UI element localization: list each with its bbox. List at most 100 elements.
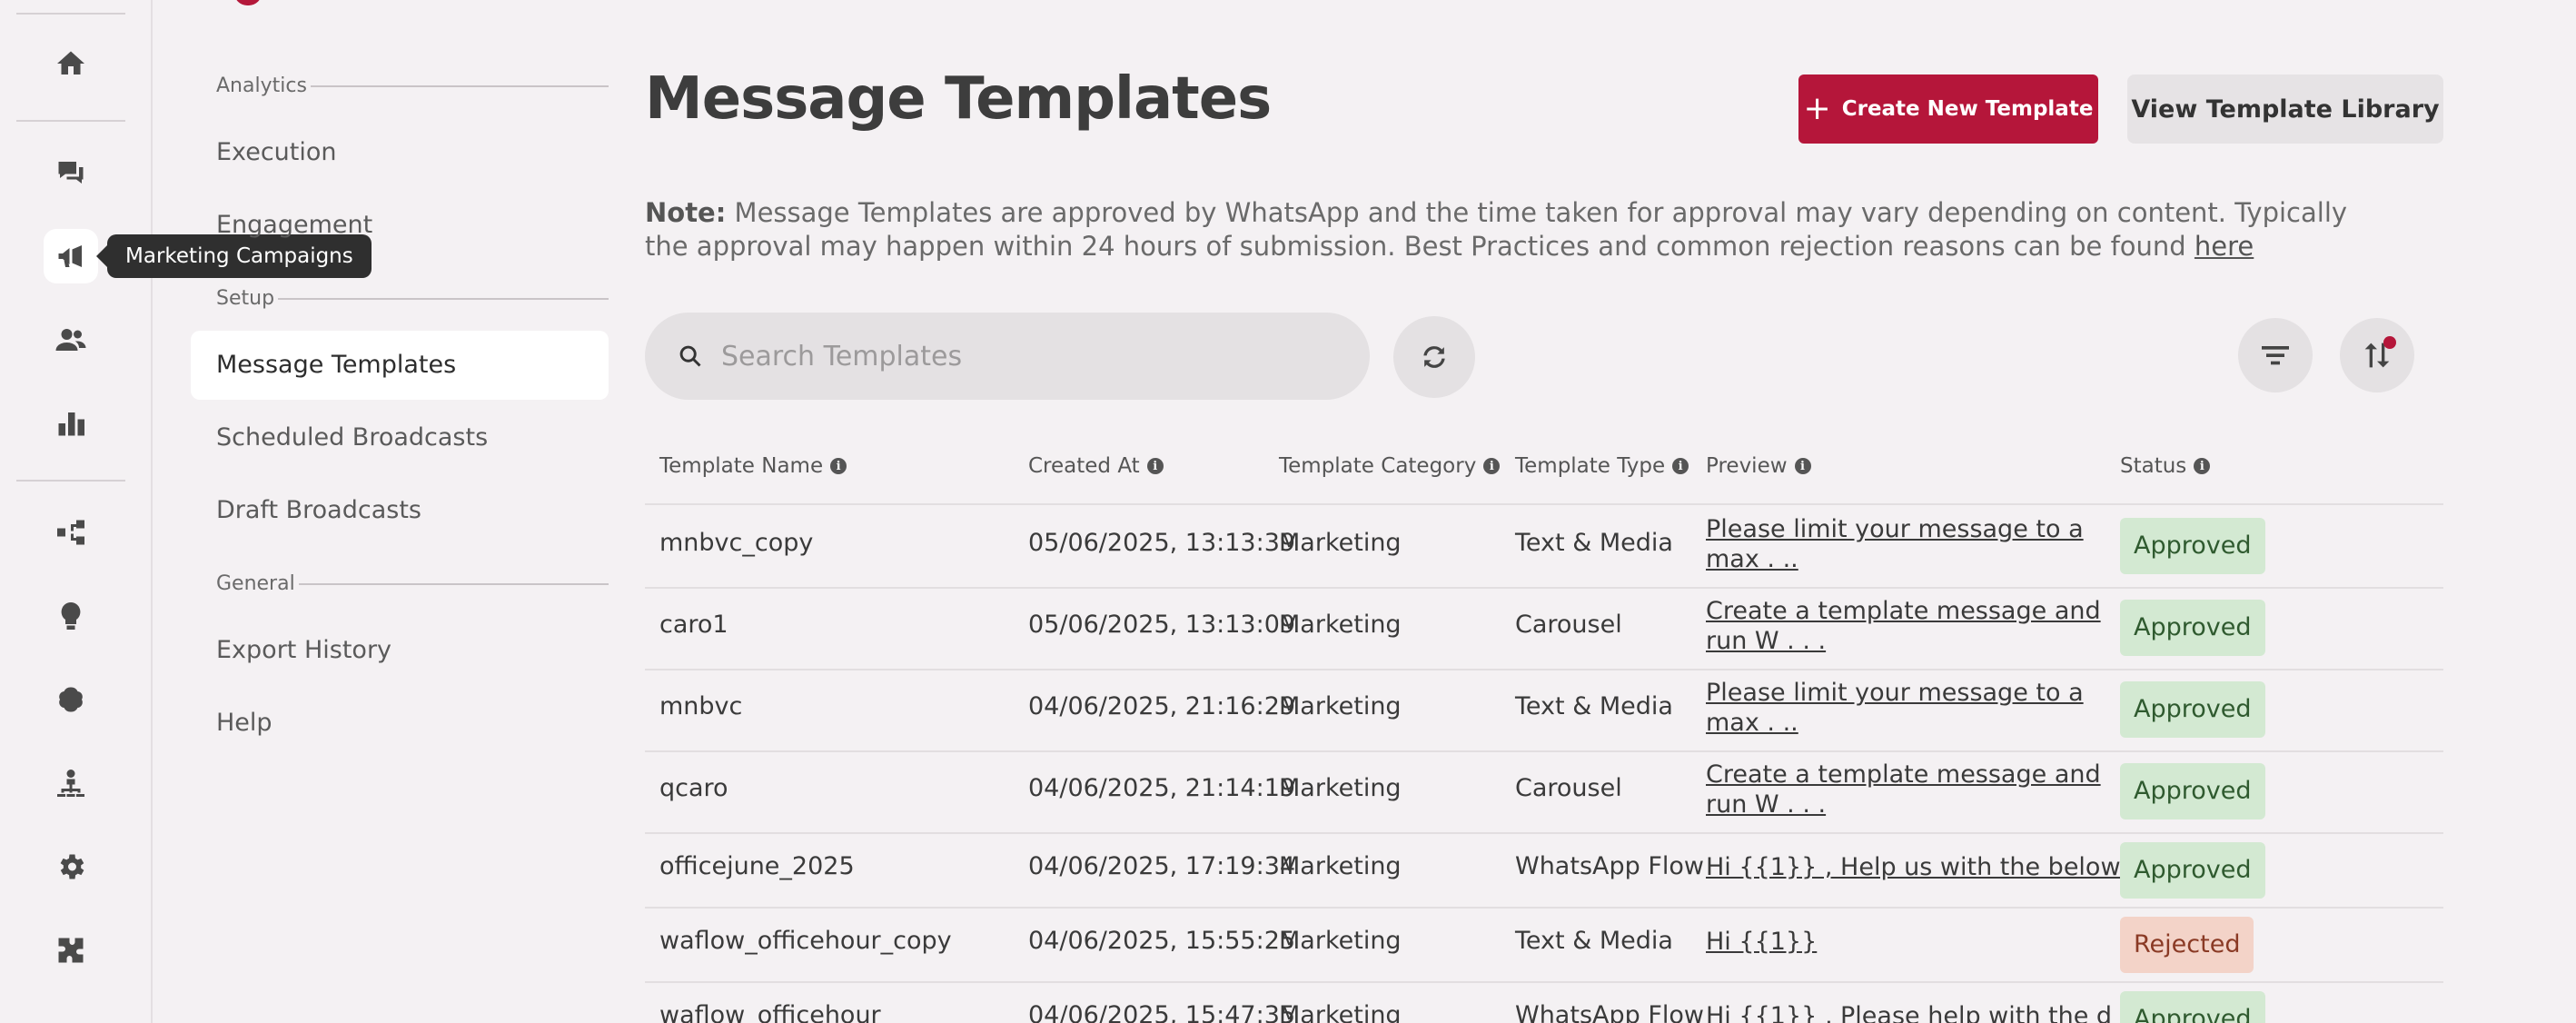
section-header-analytics: Analytics bbox=[216, 74, 609, 97]
preview-link[interactable]: Create a template message and run W . . … bbox=[1706, 760, 2105, 819]
cell-created-at: 04/06/2025, 17:19:34 bbox=[1028, 852, 1296, 880]
status-badge: Approved bbox=[2120, 842, 2265, 899]
status-badge: Approved bbox=[2120, 600, 2265, 656]
cell-type: Carousel bbox=[1515, 611, 1622, 639]
note-body: Message Templates are approved by WhatsA… bbox=[645, 197, 2348, 262]
cell-category: Marketing bbox=[1279, 852, 1402, 880]
header-template-type[interactable]: Template Type i bbox=[1515, 454, 1689, 478]
here-link[interactable]: here bbox=[2195, 231, 2254, 262]
plus-icon: + bbox=[1803, 90, 1831, 127]
icon-rail bbox=[0, 0, 153, 1023]
info-icon: i bbox=[2194, 458, 2211, 474]
preview-link[interactable]: Hi {{1}} bbox=[1706, 927, 2105, 957]
cell-created-at: 04/06/2025, 21:16:29 bbox=[1028, 692, 1296, 720]
nav-item-scheduled-broadcasts[interactable]: Scheduled Broadcasts bbox=[191, 403, 609, 472]
header-preview[interactable]: Preview i bbox=[1706, 454, 1811, 478]
nav-item-message-templates[interactable]: Message Templates bbox=[191, 331, 609, 400]
refresh-button[interactable] bbox=[1393, 316, 1475, 398]
header-template-name[interactable]: Template Name i bbox=[659, 454, 847, 478]
sort-button[interactable] bbox=[2340, 318, 2414, 392]
chat-icon[interactable] bbox=[44, 145, 98, 200]
filter-icon bbox=[2262, 346, 2289, 365]
info-icon: i bbox=[830, 458, 847, 474]
table-row[interactable]: waflow_officehour 04/06/2025, 15:47:35 M… bbox=[645, 983, 2443, 1023]
cell-type: Text & Media bbox=[1515, 927, 1673, 955]
info-icon: i bbox=[1483, 458, 1501, 474]
org-chart-icon[interactable] bbox=[44, 756, 98, 810]
header-template-category[interactable]: Template Category i bbox=[1279, 454, 1501, 478]
cell-category: Marketing bbox=[1279, 611, 1402, 639]
sort-active-indicator bbox=[2383, 336, 2396, 349]
bulb-icon[interactable] bbox=[44, 589, 98, 643]
status-badge: Approved bbox=[2120, 991, 2265, 1023]
rail-divider bbox=[16, 120, 125, 122]
create-template-button[interactable]: + Create New Template bbox=[1798, 74, 2098, 144]
nav-item-export-history[interactable]: Export History bbox=[191, 616, 609, 685]
logo-icon bbox=[234, 0, 262, 5]
create-template-label: Create New Template bbox=[1841, 97, 2094, 121]
cell-category: Marketing bbox=[1279, 927, 1402, 955]
cell-category: Marketing bbox=[1279, 529, 1402, 557]
status-badge: Approved bbox=[2120, 681, 2265, 738]
nav-item-execution[interactable]: Execution bbox=[191, 118, 609, 187]
table-row[interactable]: mnbvc 04/06/2025, 21:16:29 Marketing Tex… bbox=[645, 670, 2443, 750]
megaphone-icon[interactable] bbox=[44, 229, 98, 283]
page-title: Message Templates bbox=[645, 65, 1272, 133]
header-status[interactable]: Status i bbox=[2120, 454, 2211, 478]
preview-link[interactable]: Please limit your message to a max . .. bbox=[1706, 514, 2105, 574]
puzzle-icon[interactable] bbox=[44, 923, 98, 978]
search-icon bbox=[679, 345, 701, 367]
info-icon: i bbox=[1794, 458, 1811, 474]
note-text: Note: Message Templates are approved by … bbox=[645, 196, 2398, 263]
preview-link[interactable]: Create a template message and run W . . … bbox=[1706, 596, 2105, 656]
status-badge: Rejected bbox=[2120, 917, 2254, 973]
filter-button[interactable] bbox=[2238, 318, 2313, 392]
cell-template-name: caro1 bbox=[659, 611, 728, 639]
cell-created-at: 04/06/2025, 15:47:35 bbox=[1028, 1001, 1296, 1023]
table-row[interactable]: waflow_officehour_copy 04/06/2025, 15:55… bbox=[645, 909, 2443, 981]
status-badge: Approved bbox=[2120, 518, 2265, 574]
table-row[interactable]: mnbvc_copy 05/06/2025, 13:13:39 Marketin… bbox=[645, 505, 2443, 587]
home-icon[interactable] bbox=[44, 36, 98, 91]
nav-item-engagement[interactable]: Engagement bbox=[191, 191, 609, 260]
nav-item-draft-broadcasts[interactable]: Draft Broadcasts bbox=[191, 476, 609, 545]
cell-created-at: 05/06/2025, 13:13:09 bbox=[1028, 611, 1296, 639]
section-header-general: General bbox=[216, 572, 609, 595]
preview-link[interactable]: Hi {{1}} , Help us with the below . . . bbox=[1706, 852, 2167, 882]
preview-link[interactable]: Hi {{1}} , Please help with the d . . . bbox=[1706, 1001, 2159, 1023]
cell-template-name: mnbvc_copy bbox=[659, 529, 814, 557]
brain-icon[interactable] bbox=[44, 672, 98, 727]
cell-type: WhatsApp Flow bbox=[1515, 852, 1704, 880]
gear-icon[interactable] bbox=[44, 839, 98, 894]
table-row[interactable]: caro1 05/06/2025, 13:13:09 Marketing Car… bbox=[645, 589, 2443, 669]
search-input[interactable] bbox=[721, 340, 1357, 372]
cell-created-at: 04/06/2025, 21:14:19 bbox=[1028, 774, 1296, 802]
flow-icon[interactable] bbox=[44, 505, 98, 560]
rail-divider bbox=[16, 13, 125, 15]
preview-link[interactable]: Please limit your message to a max . .. bbox=[1706, 678, 2105, 738]
search-bar[interactable] bbox=[645, 313, 1370, 400]
users-icon[interactable] bbox=[44, 313, 98, 367]
cell-type: Text & Media bbox=[1515, 692, 1673, 720]
section-header-setup: Setup bbox=[216, 287, 609, 310]
cell-template-name: officejune_2025 bbox=[659, 852, 855, 880]
cell-template-name: waflow_officehour bbox=[659, 1001, 881, 1023]
cell-category: Marketing bbox=[1279, 1001, 1402, 1023]
cell-type: WhatsApp Flow bbox=[1515, 1001, 1704, 1023]
cell-type: Text & Media bbox=[1515, 529, 1673, 557]
cell-category: Marketing bbox=[1279, 774, 1402, 802]
table-row[interactable]: qcaro 04/06/2025, 21:14:19 Marketing Car… bbox=[645, 752, 2443, 832]
nav-item-help[interactable]: Help bbox=[191, 689, 609, 758]
note-label: Note: bbox=[645, 197, 727, 228]
bar-chart-icon[interactable] bbox=[44, 396, 98, 451]
cell-type: Carousel bbox=[1515, 774, 1622, 802]
view-library-button[interactable]: View Template Library bbox=[2127, 74, 2443, 144]
cell-created-at: 05/06/2025, 13:13:39 bbox=[1028, 529, 1296, 557]
table-row[interactable]: officejune_2025 04/06/2025, 17:19:34 Mar… bbox=[645, 834, 2443, 907]
info-icon: i bbox=[1672, 458, 1689, 474]
cell-template-name: mnbvc bbox=[659, 692, 743, 720]
refresh-icon bbox=[1423, 346, 1445, 368]
header-created-at[interactable]: Created At i bbox=[1028, 454, 1164, 478]
cell-template-name: waflow_officehour_copy bbox=[659, 927, 952, 955]
cell-template-name: qcaro bbox=[659, 774, 728, 802]
